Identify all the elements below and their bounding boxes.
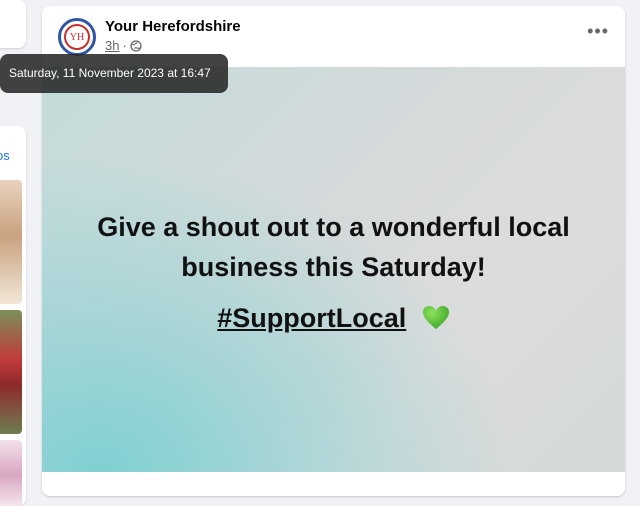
green-heart-icon bbox=[422, 306, 449, 329]
more-options-button[interactable]: ••• bbox=[587, 22, 609, 40]
avatar-logo: YH bbox=[64, 24, 90, 50]
left-sidebar-card-top bbox=[0, 0, 26, 48]
hashtag-text: #SupportLocal bbox=[217, 303, 407, 333]
left-sidebar-photos-card: os bbox=[0, 126, 26, 506]
photo-thumbnail[interactable] bbox=[0, 180, 22, 304]
photo-thumbnail[interactable] bbox=[0, 440, 22, 506]
post-footer bbox=[42, 472, 625, 496]
globe-icon[interactable] bbox=[130, 39, 142, 52]
meta-separator: · bbox=[122, 38, 127, 53]
photo-thumbnail[interactable] bbox=[0, 310, 22, 434]
post-meta: 3h · bbox=[105, 38, 142, 53]
image-hashtag-row: #SupportLocal bbox=[42, 303, 625, 334]
page-name-link[interactable]: Your Herefordshire bbox=[105, 18, 241, 35]
post-image[interactable]: Give a shout out to a wonderful local bu… bbox=[42, 67, 625, 472]
post-timestamp-link[interactable]: 3h bbox=[105, 38, 119, 53]
timestamp-tooltip: Saturday, 11 November 2023 at 16:47 bbox=[0, 54, 228, 93]
page-avatar[interactable]: YH bbox=[58, 18, 96, 56]
image-headline-text: Give a shout out to a wonderful local bu… bbox=[97, 212, 570, 282]
see-all-photos-link[interactable]: os bbox=[0, 148, 10, 163]
